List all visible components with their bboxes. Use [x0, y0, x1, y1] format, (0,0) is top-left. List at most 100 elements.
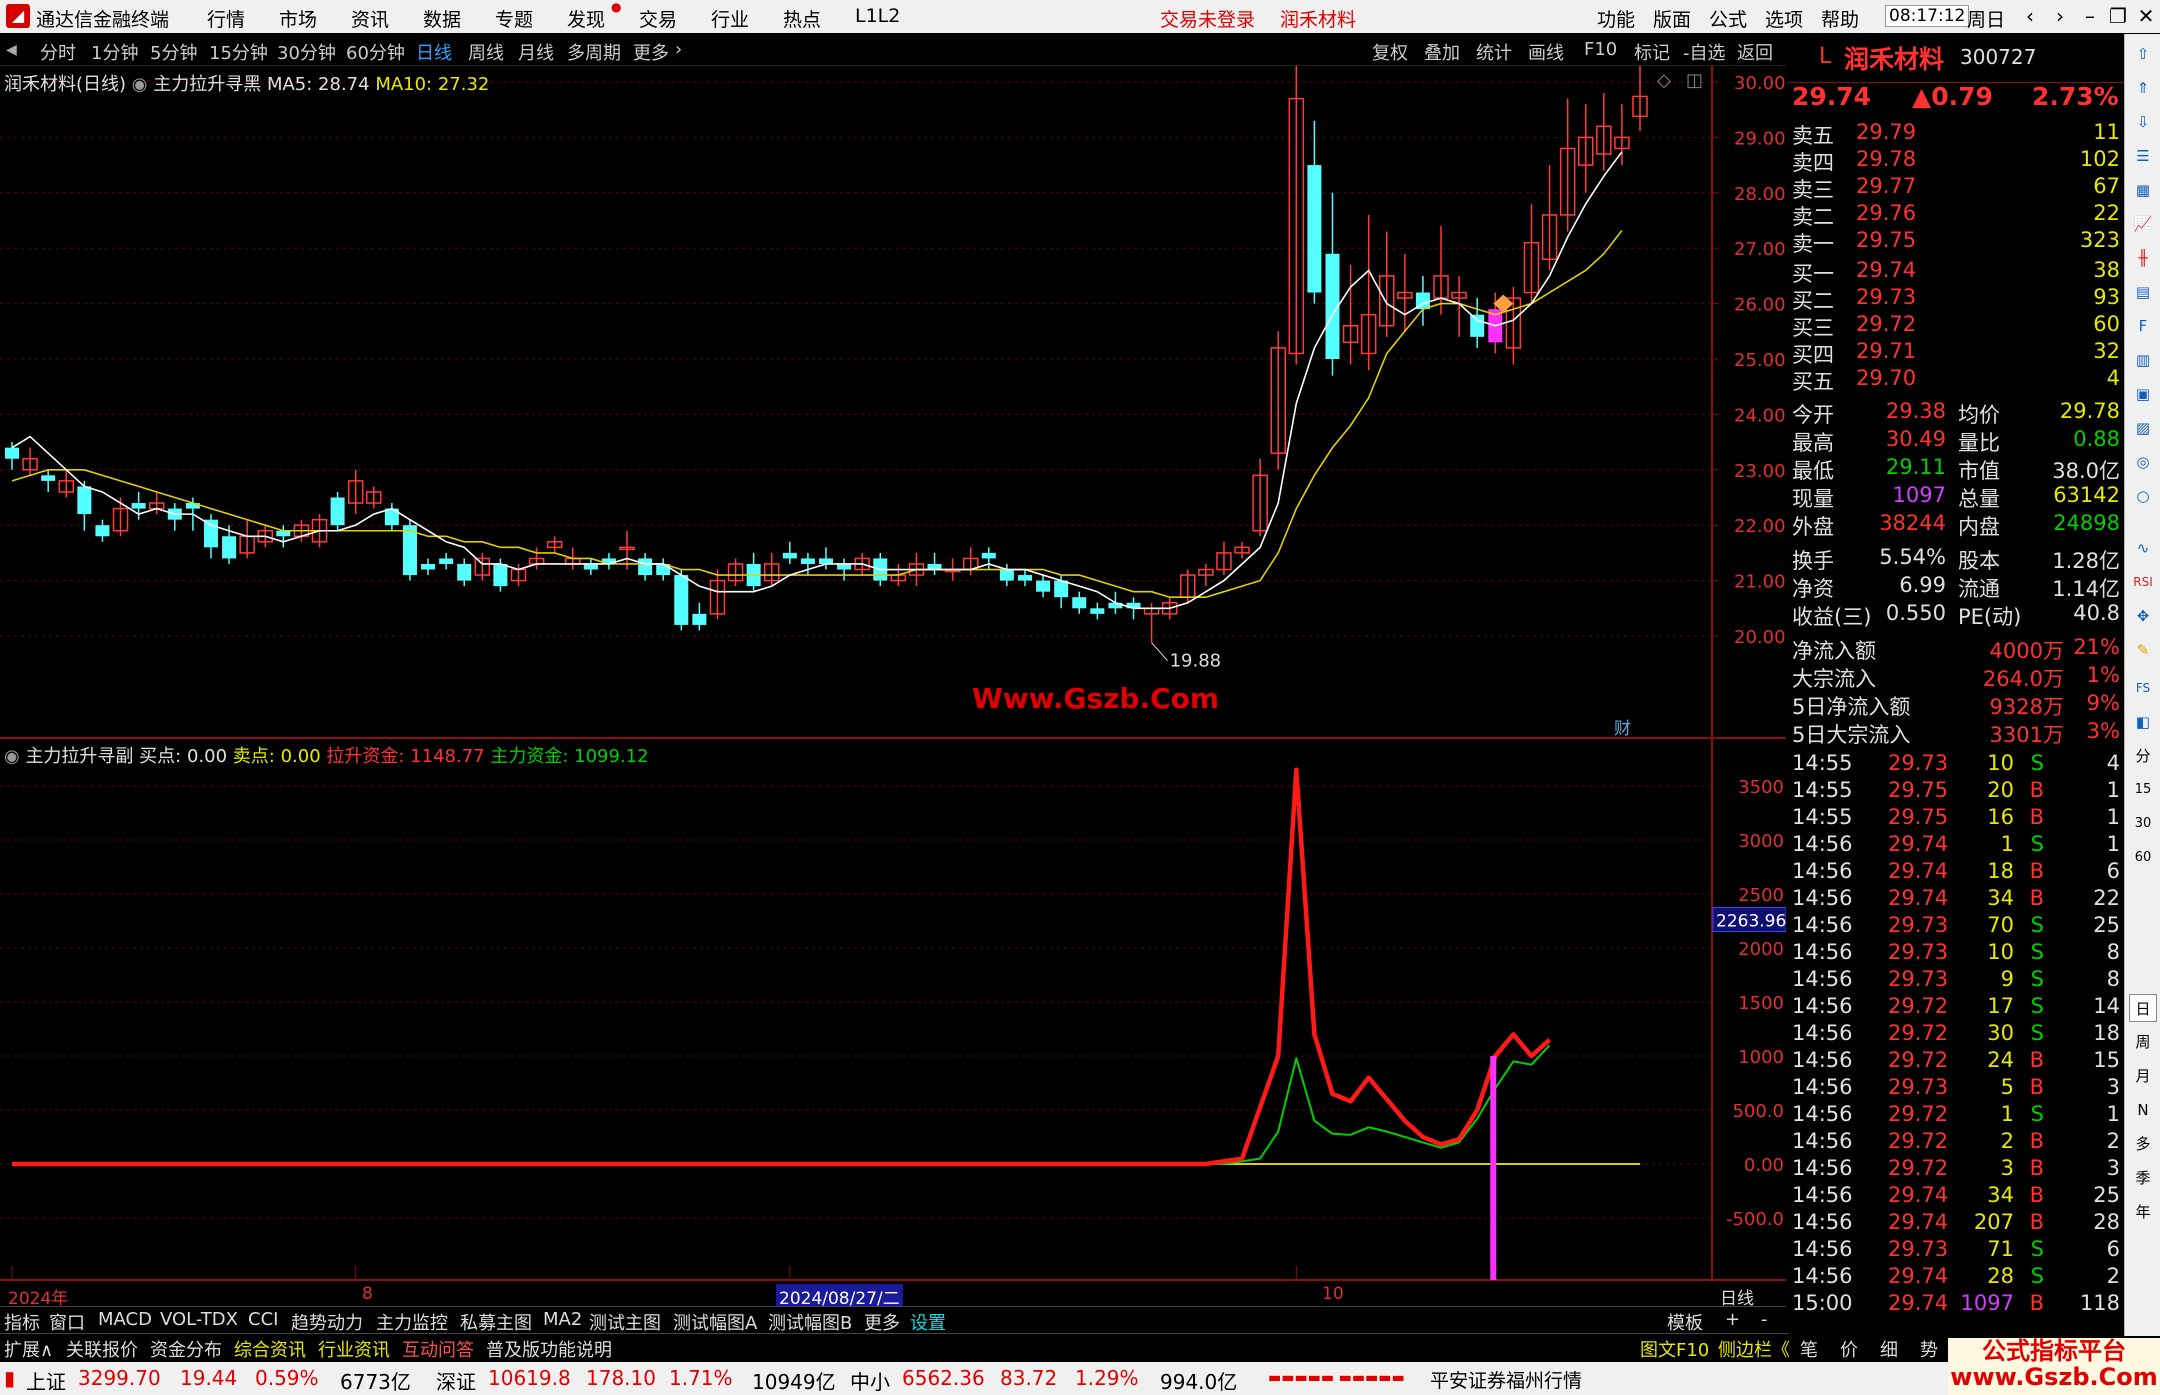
ask-row[interactable]: 卖五 29.79 11 [1788, 120, 2124, 148]
tool-up2-icon[interactable]: ⇑ [2129, 74, 2157, 102]
tool-box-icon[interactable]: ◧ [2129, 708, 2157, 736]
stat-row[interactable]: 换手 5.54% 股本 1.28亿 [1788, 545, 2124, 573]
info-tab[interactable]: 综合资讯 [234, 1336, 306, 1362]
tick-row[interactable]: 14:56 29.72 1 S 1 [1788, 1102, 2124, 1129]
menu-item-options[interactable]: 选项 [1765, 5, 1803, 32]
menu-item-trade[interactable]: 交易 [639, 5, 677, 32]
more-periods[interactable]: 更多 [633, 39, 669, 65]
stat-row[interactable]: 收益(三) 0.550 PE(动) 40.8 [1788, 601, 2124, 629]
expand-tab[interactable]: 扩展∧ [4, 1336, 53, 1362]
tool-button[interactable]: F10 [1584, 39, 1617, 60]
tick-row[interactable]: 14:56 29.72 24 B 15 [1788, 1048, 2124, 1075]
period-30[interactable]: 30 [2129, 810, 2157, 838]
period-tab[interactable]: 月线 [518, 39, 554, 65]
stat-row[interactable]: 最高 30.49 量比 0.88 [1788, 427, 2124, 455]
period-tab[interactable]: 5分钟 [150, 39, 197, 65]
tool-f10-icon[interactable]: F [2129, 312, 2157, 340]
bid-row[interactable]: 买三 29.72 60 [1788, 312, 2124, 340]
tool-fs-icon[interactable]: ▨ [2129, 414, 2157, 442]
flow-row[interactable]: 净流入额 4000万 21% [1788, 635, 2124, 663]
sh-index-label[interactable]: 上证 [26, 1366, 66, 1395]
tick-row[interactable]: 14:56 29.73 70 S 25 [1788, 913, 2124, 940]
stock-name[interactable]: 润禾材料 [1844, 40, 1944, 76]
f10-tab[interactable]: 图文F10 [1640, 1336, 1709, 1362]
tick-row[interactable]: 14:56 29.72 3 B 3 [1788, 1156, 2124, 1183]
tool-button[interactable]: 画线 [1528, 39, 1564, 65]
tool-button[interactable]: 叠加 [1424, 39, 1460, 65]
period-60[interactable]: 60 [2129, 844, 2157, 872]
info-tab[interactable]: 关联报价 [66, 1336, 138, 1362]
tool-circle-icon[interactable]: ○ [2129, 482, 2157, 510]
tool-down-icon[interactable]: ⇩ [2129, 108, 2157, 136]
tab[interactable]: 窗口 [49, 1309, 85, 1335]
sidebar-toggle[interactable]: 侧边栏《 [1718, 1336, 1790, 1362]
period-tab[interactable]: 15分钟 [209, 39, 268, 65]
tab-more[interactable]: 更多 [864, 1309, 900, 1335]
tick-row[interactable]: 14:56 29.74 34 B 25 [1788, 1183, 2124, 1210]
side-tab[interactable]: 笔 [1800, 1336, 1818, 1362]
menu-item-hot[interactable]: 热点 [783, 5, 821, 32]
bid-row[interactable]: 买二 29.73 93 [1788, 285, 2124, 313]
tool-table-icon[interactable]: ▤ [2129, 278, 2157, 306]
tab[interactable]: MA2 [543, 1309, 582, 1330]
tab[interactable]: 指标 [4, 1309, 40, 1335]
panel-toggle-icon[interactable]: ◫ [1686, 70, 1703, 91]
kline-chart[interactable]: 30.00 29.00 28.00 27.00 26.00 25.00 24.00 23.00… [0, 66, 1786, 1282]
ask-row[interactable]: 卖二 29.76 22 [1788, 201, 2124, 229]
menu-item-data[interactable]: 数据 [423, 5, 461, 32]
tick-row[interactable]: 14:56 29.73 10 S 8 [1788, 940, 2124, 967]
tool-list-icon[interactable]: ☰ [2129, 142, 2157, 170]
tab[interactable]: 测试幅图B [768, 1309, 852, 1335]
tab[interactable]: 私募主图 [460, 1309, 532, 1335]
sz-index-label[interactable]: 深证 [436, 1366, 476, 1395]
tool-button[interactable]: 返回 [1737, 39, 1773, 65]
info-tab[interactable]: 行业资讯 [318, 1336, 390, 1362]
info-tab[interactable]: 普及版功能说明 [486, 1336, 612, 1362]
back-arrow-icon[interactable]: ‹ [2015, 3, 2045, 29]
bid-row[interactable]: 买五 29.70 4 [1788, 366, 2124, 394]
tick-row[interactable]: 14:56 29.73 5 B 3 [1788, 1075, 2124, 1102]
tick-row[interactable]: 14:56 29.72 2 B 2 [1788, 1129, 2124, 1156]
period-year[interactable]: 年 [2129, 1198, 2157, 1226]
tick-row[interactable]: 14:56 29.73 9 S 8 [1788, 967, 2124, 994]
tab-settings[interactable]: 设置 [910, 1309, 946, 1335]
remove-button[interactable]: - [1761, 1309, 1768, 1330]
sub-indicator-name[interactable]: 主力拉升寻副 [25, 746, 133, 767]
tool-pen-icon[interactable]: ✎ [2129, 636, 2157, 664]
tick-row[interactable]: 14:55 29.75 20 B 1 [1788, 778, 2124, 805]
tool-move-icon[interactable]: ✥ [2129, 602, 2157, 630]
template-button[interactable]: 模板 [1667, 1309, 1703, 1335]
tool-kline-icon[interactable]: ╫ [2129, 244, 2157, 272]
stat-row[interactable]: 今开 29.38 均价 29.78 [1788, 399, 2124, 427]
tool-rsi-icon[interactable]: RSI [2129, 568, 2157, 596]
tab[interactable]: 主力监控 [376, 1309, 448, 1335]
tool-chart-icon[interactable]: 📈 [2129, 210, 2157, 238]
period-tab[interactable]: 分时 [40, 39, 76, 65]
collapse-icon[interactable]: ◀ [6, 42, 17, 58]
tab[interactable]: 测试幅图A [673, 1309, 757, 1335]
tool-wave-icon[interactable]: ∿ [2129, 534, 2157, 562]
period-15[interactable]: 15 [2129, 776, 2157, 804]
tool-button[interactable]: 统计 [1476, 39, 1512, 65]
tab[interactable]: CCI [248, 1309, 278, 1330]
zx-index-label[interactable]: 中小 [850, 1366, 890, 1395]
ask-row[interactable]: 卖一 29.75 323 [1788, 228, 2124, 256]
menu-item-shichang[interactable]: 市场 [279, 5, 317, 32]
period-tab-active[interactable]: 日线 [416, 39, 452, 65]
period-multi[interactable]: 多 [2129, 1130, 2157, 1158]
period-tab[interactable]: 60分钟 [346, 39, 405, 65]
period-tab[interactable]: 周线 [468, 39, 504, 65]
flow-row[interactable]: 5日大宗流入 3301万 3% [1788, 719, 2124, 747]
flow-row[interactable]: 5日净流入额 9328万 9% [1788, 691, 2124, 719]
tool-button[interactable]: 标记 [1634, 39, 1670, 65]
tick-row[interactable]: 14:56 29.74 207 B 28 [1788, 1210, 2124, 1237]
tick-row[interactable]: 14:55 29.75 16 B 1 [1788, 805, 2124, 832]
period-week[interactable]: 周 [2129, 1028, 2157, 1056]
tool-fs-text[interactable]: FS [2129, 674, 2157, 702]
tool-button[interactable]: 复权 [1372, 39, 1408, 65]
stat-row[interactable]: 现量 1097 总量 63142 [1788, 483, 2124, 511]
menu-item-industry[interactable]: 行业 [711, 5, 749, 32]
menu-item-discover[interactable]: 发现 [567, 5, 605, 32]
period-month[interactable]: 月 [2129, 1062, 2157, 1090]
period-tab[interactable]: 多周期 [567, 39, 621, 65]
